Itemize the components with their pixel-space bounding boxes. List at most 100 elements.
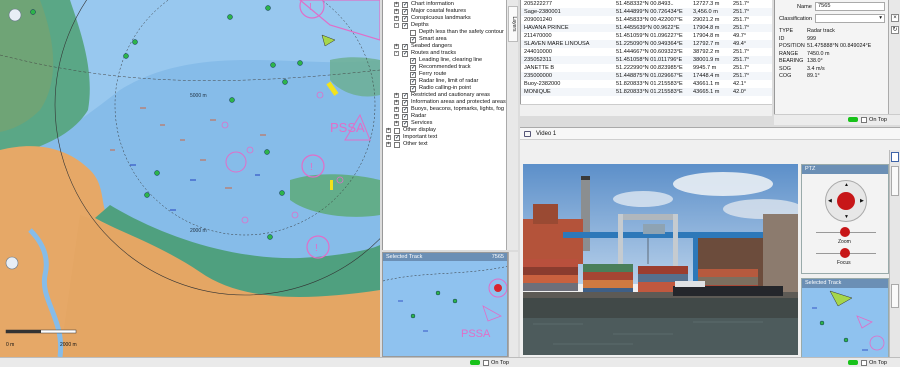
layer-item[interactable]: + ✓ Major coastal features [383, 8, 506, 15]
layer-checkbox[interactable]: ✓ [394, 134, 400, 141]
layer-checkbox[interactable] [410, 29, 416, 36]
layer-item[interactable]: ✓ Ferry route [383, 71, 506, 78]
ontop-checkbox[interactable] [861, 359, 867, 366]
layer-checkbox[interactable]: ✓ [402, 8, 408, 15]
table-row[interactable]: Buoy-2382000 51.820833°N 01.215583°E 43661… [521, 80, 772, 88]
layer-item[interactable]: ✓ Radar line, limit of radar [383, 78, 506, 85]
table-row[interactable]: SLAVEN MARE LINOUSA 51.225090°N 00.949364… [521, 40, 772, 48]
ontop-toggle-video[interactable]: On Top [848, 359, 887, 367]
ptz-joystick[interactable]: ▲ ▼ ◀ ▶ [825, 180, 867, 222]
layer-item[interactable]: + ✓ Chart information [383, 1, 506, 8]
selected-track-side-tab[interactable] [508, 252, 518, 357]
layer-checkbox[interactable]: ✓ [410, 36, 416, 43]
table-row[interactable]: 235052311 51.451058°N 01.011796°E 38001.9 … [521, 56, 772, 64]
layer-checkbox[interactable]: ✓ [402, 50, 408, 57]
collapse-icon[interactable]: - [394, 51, 399, 56]
layer-checkbox[interactable]: ✓ [402, 43, 408, 50]
table-row[interactable]: 211470000 51.451059°N 01.096227°E 17904.8 … [521, 32, 772, 40]
layer-checkbox[interactable] [394, 141, 400, 148]
layer-item[interactable]: + ✓ Services [383, 120, 506, 127]
layer-item[interactable]: ✓ Recommended track [383, 64, 506, 71]
video-selected-track-map[interactable] [802, 288, 889, 358]
expand-icon[interactable]: + [386, 128, 391, 133]
layer-checkbox[interactable]: ✓ [402, 92, 408, 99]
expand-icon[interactable]: + [394, 16, 399, 21]
ontop-checkbox[interactable] [483, 359, 489, 366]
expand-icon[interactable]: + [394, 44, 399, 49]
track-tab-button[interactable] [891, 284, 899, 308]
layer-checkbox[interactable]: ✓ [402, 120, 408, 127]
close-icon[interactable]: × [891, 14, 899, 22]
layer-checkbox[interactable]: ✓ [402, 22, 408, 29]
layer-checkbox[interactable]: ✓ [410, 71, 416, 78]
classification-select[interactable]: ▾ [815, 14, 885, 23]
layer-item[interactable]: + ✓ Conspicuous landmarks [383, 15, 506, 22]
expand-icon[interactable]: + [394, 100, 399, 105]
layer-checkbox[interactable]: ✓ [410, 85, 416, 92]
zoom-slider-knob[interactable] [840, 227, 850, 237]
table-row[interactable]: 235000000 51.448875°N 01.029667°E 17448.4 … [521, 72, 772, 80]
layer-checkbox[interactable]: ✓ [410, 64, 416, 71]
layer-item[interactable]: + ✓ Information areas and protected areas [383, 99, 506, 106]
video-side-tab[interactable] [889, 150, 900, 358]
table-row[interactable]: MONIQUE 51.820833°N 01.215583°E 43665.1 m 4… [521, 88, 772, 96]
table-row[interactable]: Sage-2380001 51.444899°N 00.726434°E 3,456… [521, 8, 772, 16]
video-selected-track-panel[interactable]: Selected Track [801, 278, 889, 358]
layer-item[interactable]: ✓ Smart area [383, 36, 506, 43]
layer-item[interactable]: + ✓ Seabed dangers [383, 43, 506, 50]
layer-checkbox[interactable]: ✓ [402, 106, 408, 113]
layer-checkbox[interactable]: ✓ [402, 15, 408, 22]
layer-item[interactable]: + ✓ Restricted and cautionary areas [383, 92, 506, 99]
layer-checkbox[interactable]: ✓ [402, 113, 408, 120]
layer-checkbox[interactable]: ✓ [402, 1, 408, 8]
layers-side-tab[interactable]: Layers [506, 0, 518, 250]
ptz-tab-button[interactable] [891, 152, 899, 162]
nautical-chart[interactable]: ! ! ! PSSA 5000 m 2000 m 0 m 2000 m [0, 0, 380, 357]
focus-slider-knob[interactable] [840, 248, 850, 258]
collapse-icon[interactable]: - [394, 23, 399, 28]
layer-item[interactable]: ✓ Radio calling-in point [383, 85, 506, 92]
chart-canvas[interactable]: ! ! ! PSSA 5000 m 2000 m 0 m 2000 m [0, 0, 380, 357]
video-tab-button[interactable] [891, 166, 899, 196]
properties-side-tab[interactable]: × ↻ [888, 0, 900, 114]
table-row[interactable]: 205222277 51.458332°N 00.8493.. 12727.3 m 2… [521, 0, 772, 8]
expand-icon[interactable]: + [394, 121, 399, 126]
layer-item[interactable]: + ✓ Important text [383, 134, 506, 141]
arrow-down-icon[interactable]: ▼ [844, 214, 849, 220]
table-row[interactable]: 244010000 51.444667°N 00.609323°E 38792.2 … [521, 48, 772, 56]
layer-item[interactable]: - ✓ Depths [383, 22, 506, 29]
table-row[interactable]: 209001240 51.445833°N 00.422007°E 29021.2 … [521, 16, 772, 24]
layer-item[interactable]: + ✓ Buoys, beacons, topmarks, lights, fog [383, 106, 506, 113]
arrow-up-icon[interactable]: ▲ [844, 182, 849, 188]
layer-item[interactable]: + Other display [383, 127, 506, 134]
ptz-joystick-knob[interactable] [837, 192, 855, 210]
layer-item[interactable]: ✓ Leading line, clearing line [383, 57, 506, 64]
selected-track-map[interactable]: PSSA [383, 261, 508, 357]
layer-checkbox[interactable]: ✓ [410, 57, 416, 64]
video-feed[interactable] [523, 164, 798, 355]
layer-item[interactable]: Depth less than the safety contour [383, 29, 506, 36]
ontop-checkbox[interactable] [861, 116, 867, 123]
expand-icon[interactable]: + [394, 114, 399, 119]
refresh-icon[interactable]: ↻ [891, 26, 899, 34]
arrow-right-icon[interactable]: ▶ [860, 198, 864, 204]
expand-icon[interactable]: + [386, 135, 391, 140]
layer-item[interactable]: - ✓ Routes and tracks [383, 50, 506, 57]
expand-icon[interactable]: + [394, 2, 399, 7]
expand-icon[interactable]: + [394, 9, 399, 14]
layer-item[interactable]: + ✓ Radar [383, 113, 506, 120]
table-row[interactable]: HAVANA PRINCE 51.4455639°N 00.9622°E 17904… [521, 24, 772, 32]
layer-checkbox[interactable]: ✓ [402, 99, 408, 106]
layer-checkbox[interactable]: ✓ [410, 78, 416, 85]
name-field[interactable]: 7565 [815, 2, 885, 11]
expand-icon[interactable]: + [394, 93, 399, 98]
expand-icon[interactable]: + [386, 142, 391, 147]
selected-track-panel[interactable]: Selected Track 7565 PSSA [382, 252, 508, 357]
layers-tab-button[interactable]: Layers [508, 6, 518, 42]
table-row[interactable]: JANETTE B 51.222990°N 00.823985°E 9945.7 m… [521, 64, 772, 72]
layer-checkbox[interactable] [394, 127, 400, 134]
arrow-left-icon[interactable]: ◀ [828, 198, 832, 204]
ontop-toggle-properties[interactable]: On Top [848, 116, 887, 124]
expand-icon[interactable]: + [394, 107, 399, 112]
layer-item[interactable]: + Other text [383, 141, 506, 148]
